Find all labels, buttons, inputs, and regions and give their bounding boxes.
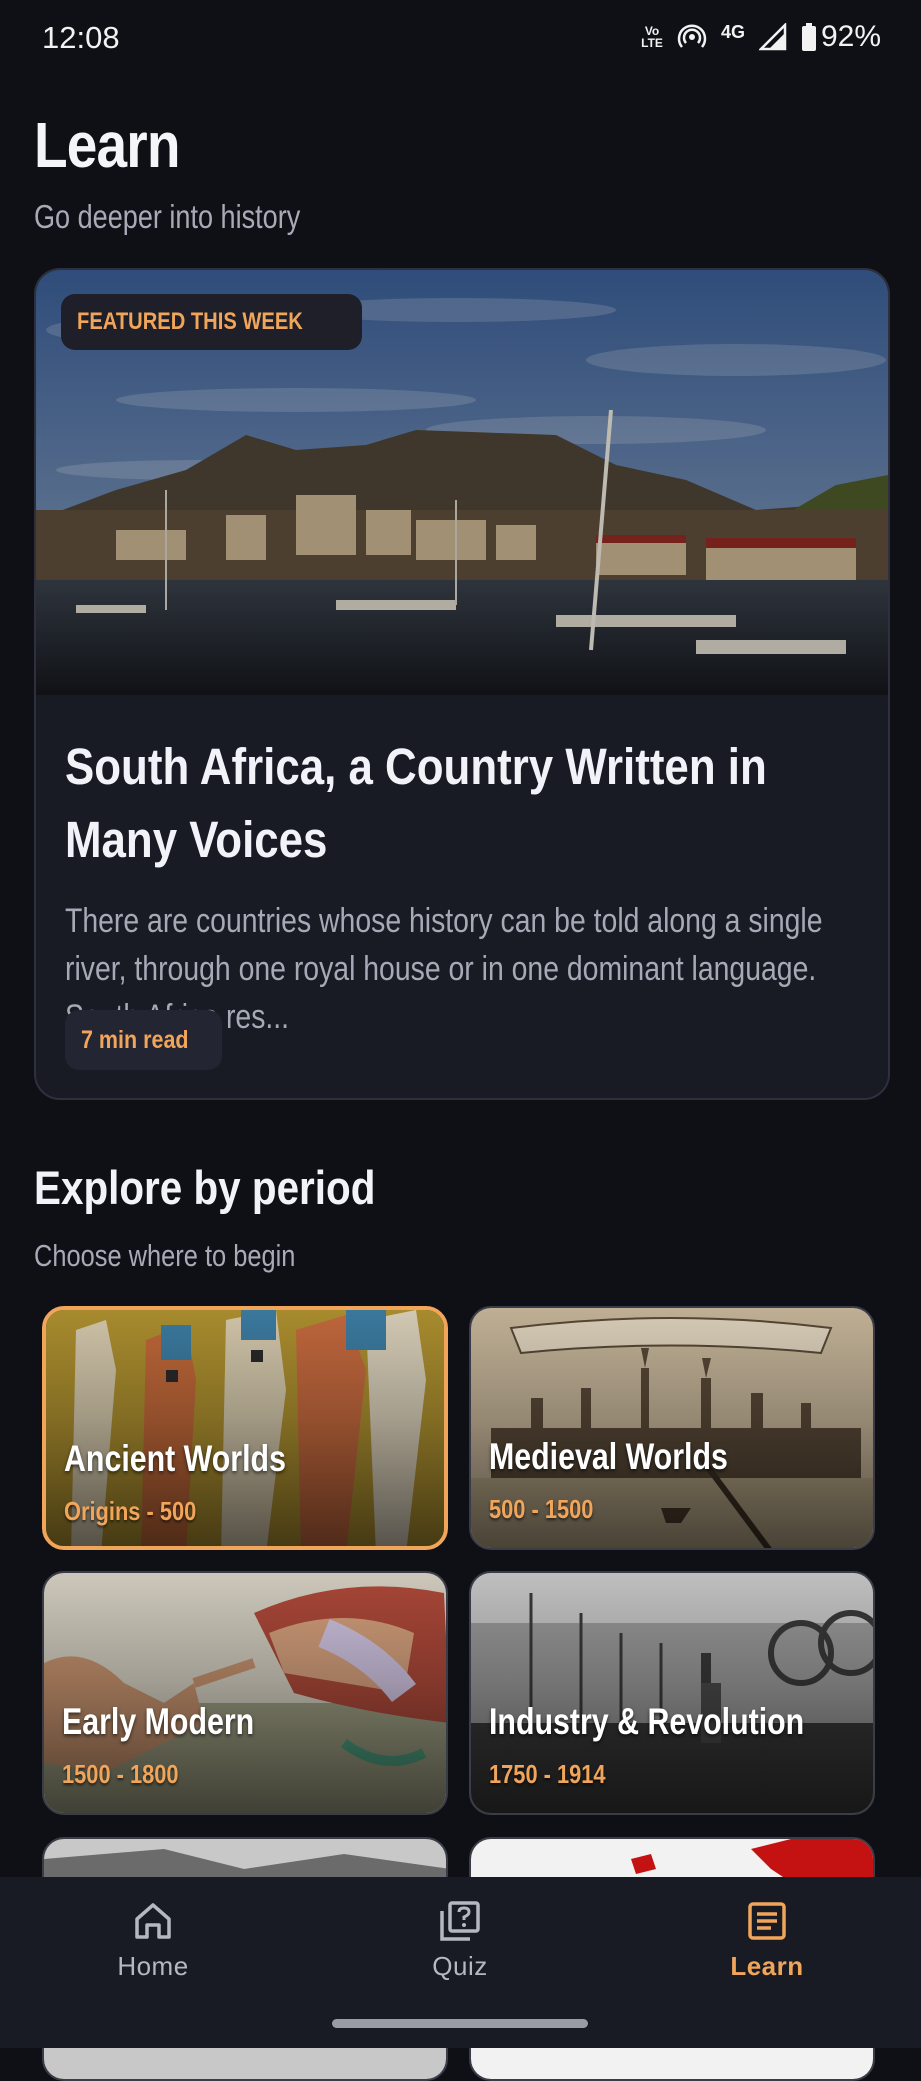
period-range: 1750 - 1914 [489,1759,606,1789]
status-bar: 12:08 Vo LTE 4G 92% [0,0,921,80]
nav-learn[interactable]: Learn [667,1899,867,1982]
section-subtitle: Choose where to begin [34,1238,296,1273]
period-card-industry-revolution[interactable]: Industry & Revolution 1750 - 1914 [469,1571,875,1815]
period-name: Ancient Worlds [64,1438,286,1479]
article-icon [748,1902,786,1940]
home-indicator[interactable] [332,2019,588,2028]
home-icon [135,1903,171,1939]
network-type: 4G [720,21,745,42]
volte-icon: Vo LTE [641,24,663,50]
period-name: Medieval Worlds [489,1436,728,1477]
battery: 92% [801,20,881,54]
battery-icon [801,23,816,51]
nav-label: Quiz [432,1951,488,1981]
read-time-badge: 7 min read [65,1010,223,1070]
nav-label: Home [117,1951,189,1981]
page-subtitle: Go deeper into history [34,198,301,235]
period-range: 1500 - 1800 [62,1759,179,1789]
hotspot-icon [677,24,707,48]
quiz-icon [440,1901,480,1941]
period-name: Industry & Revolution [489,1701,805,1742]
featured-badge: FEATURED THIS WEEK [61,294,362,350]
period-range: Origins - 500 [64,1496,197,1526]
battery-percent: 92% [820,20,881,53]
nav-quiz[interactable]: Quiz [360,1899,560,1982]
section-title: Explore by period [34,1161,376,1214]
period-card-medieval-worlds[interactable]: Medieval Worlds 500 - 1500 [469,1306,875,1550]
nav-home[interactable]: Home [53,1899,253,1982]
featured-title: South Africa, a Country Written in Many … [65,738,767,868]
nav-label: Learn [730,1951,804,1981]
period-range: 500 - 1500 [489,1494,594,1524]
status-icons: Vo LTE 4G 92% [641,20,881,54]
signal-icon [758,23,787,51]
status-time: 12:08 [42,20,120,55]
featured-article-card[interactable]: FEATURED THIS WEEK South Africa, a Count… [34,268,890,1100]
period-card-early-modern[interactable]: Early Modern 1500 - 1800 [42,1571,448,1815]
period-name: Early Modern [62,1701,255,1742]
page-title: Learn [34,109,180,181]
period-card-ancient-worlds[interactable]: Ancient Worlds Origins - 500 [42,1306,448,1550]
